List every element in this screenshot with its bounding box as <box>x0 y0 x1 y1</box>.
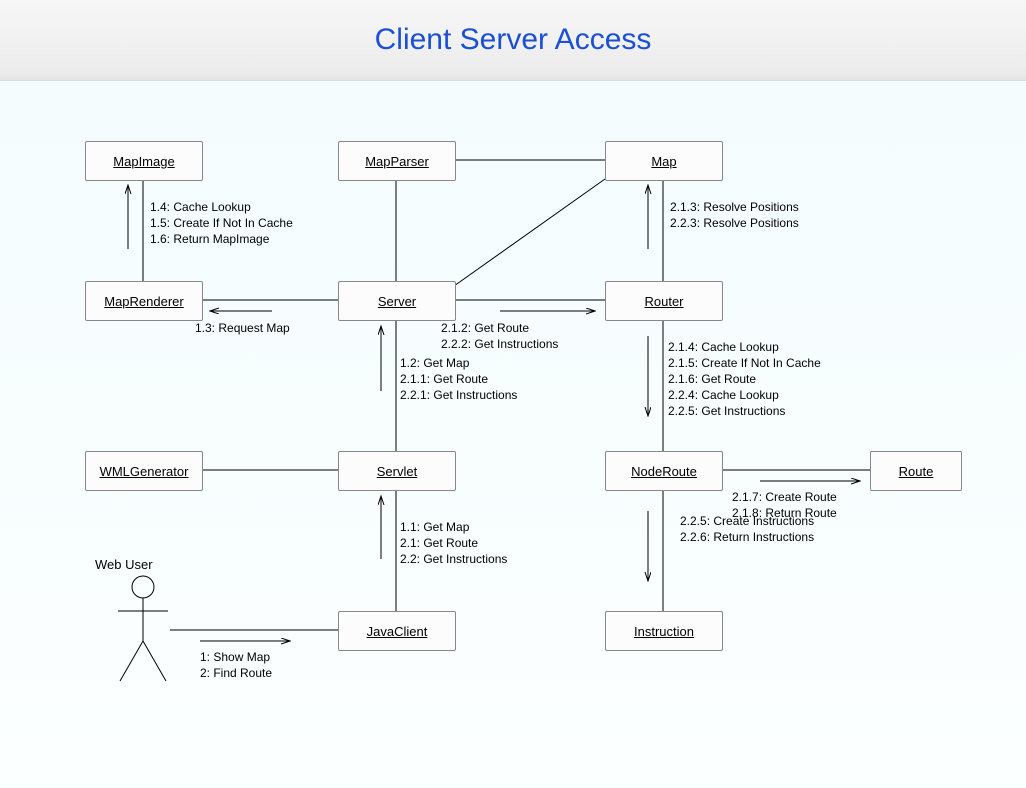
node-server: Server <box>338 281 456 321</box>
node-label: Map <box>651 154 676 169</box>
node-label: Server <box>378 294 416 309</box>
node-label: NodeRoute <box>631 464 697 479</box>
node-label: Servlet <box>377 464 417 479</box>
node-javaclient: JavaClient <box>338 611 456 651</box>
actor-label: Web User <box>95 557 153 572</box>
page-header: Client Server Access <box>0 0 1026 81</box>
node-label: Router <box>644 294 683 309</box>
node-route: Route <box>870 451 962 491</box>
node-mapparser: MapParser <box>338 141 456 181</box>
edge-label: 2.2.5: Create Instructions2.2.6: Return … <box>680 513 814 545</box>
node-label: WMLGenerator <box>100 464 189 479</box>
node-wmlgenerator: WMLGenerator <box>85 451 203 491</box>
node-servlet: Servlet <box>338 451 456 491</box>
edge-label: 2.1.3: Resolve Positions2.2.3: Resolve P… <box>670 199 799 231</box>
node-map: Map <box>605 141 723 181</box>
edge-label: 2.1.2: Get Route2.2.2: Get Instructions <box>441 320 558 352</box>
edge-label: 1.2: Get Map2.1.1: Get Route2.2.1: Get I… <box>400 355 517 403</box>
node-router: Router <box>605 281 723 321</box>
node-label: Instruction <box>634 624 694 639</box>
diagram-canvas: MapImage MapParser Map MapRenderer Serve… <box>0 81 1026 788</box>
node-label: MapParser <box>365 154 429 169</box>
node-maprenderer: MapRenderer <box>85 281 203 321</box>
node-instruction: Instruction <box>605 611 723 651</box>
page-title: Client Server Access <box>375 23 652 57</box>
node-label: Route <box>899 464 934 479</box>
node-label: MapImage <box>113 154 174 169</box>
edge-label: 1: Show Map2: Find Route <box>200 649 272 681</box>
edge-label: 1.3: Request Map <box>195 320 290 336</box>
edge-label: 2.1.4: Cache Lookup2.1.5: Create If Not … <box>668 339 821 419</box>
node-label: JavaClient <box>367 624 428 639</box>
edge-label: 1.4: Cache Lookup1.5: Create If Not In C… <box>150 199 293 247</box>
node-label: MapRenderer <box>104 294 184 309</box>
node-noderoute: NodeRoute <box>605 451 723 491</box>
edges-layer <box>0 81 1026 788</box>
edge-label: 1.1: Get Map2.1: Get Route2.2: Get Instr… <box>400 519 507 567</box>
node-mapimage: MapImage <box>85 141 203 181</box>
